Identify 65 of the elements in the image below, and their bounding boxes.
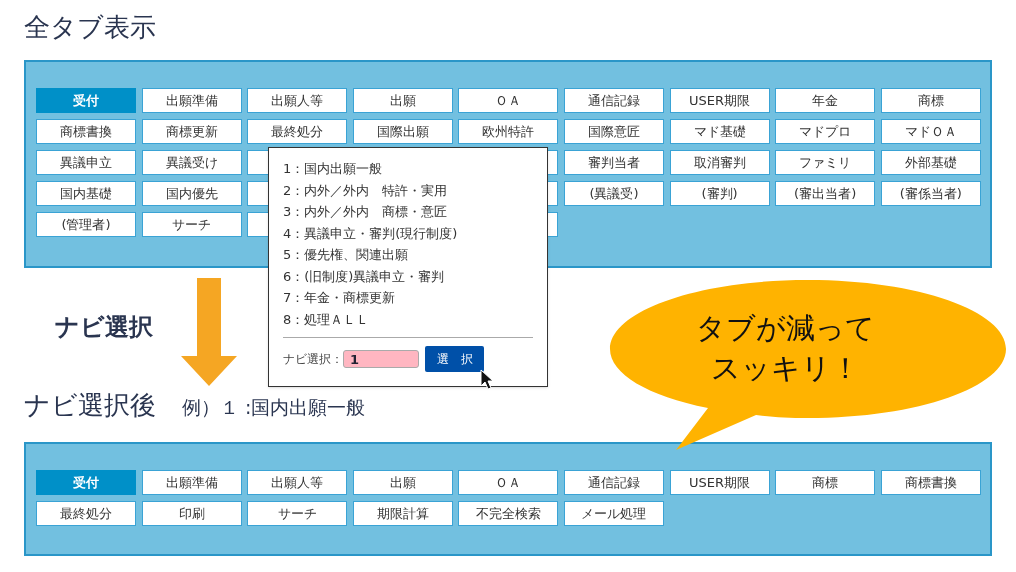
nav-option[interactable]: 6：(旧制度)異議申立・審判 [283,267,533,286]
tab[interactable]: 商標書換 [880,470,981,495]
tab[interactable]: 異議受け [141,150,242,175]
tab[interactable]: ＯＡ [458,470,559,495]
tab[interactable]: 出願 [352,88,453,113]
tab[interactable]: メール処理 [563,501,664,526]
example-caption: 例）１ :国内出願一般 [182,395,366,420]
tab[interactable]: (審係当者) [880,181,981,206]
nav-input-field[interactable]: 1 [343,349,419,368]
tab[interactable]: 国際出願 [352,119,453,144]
tab[interactable]: 受付 [36,88,136,113]
tab[interactable]: (審判) [669,181,770,206]
tab[interactable]: (管理者) [36,212,136,237]
field-label: ナビ選択： [283,350,343,368]
tab[interactable]: 審判当者 [563,150,664,175]
tab[interactable]: 年金 [775,88,876,113]
tab[interactable]: 取消審判 [669,150,770,175]
tab[interactable]: 出願準備 [141,470,242,495]
tab[interactable]: サーチ [247,501,348,526]
callout-text: スッキリ！ [710,350,860,387]
tab[interactable]: 出願人等 [247,470,348,495]
tab[interactable]: 出願 [352,470,453,495]
tab[interactable]: USER期限 [669,88,770,113]
tab[interactable]: ＯＡ [458,88,559,113]
down-arrow-icon [181,278,237,386]
tab[interactable]: サーチ [141,212,242,237]
nav-option[interactable]: 7：年金・商標更新 [283,289,533,307]
tab[interactable]: 受付 [36,470,136,495]
callout-text: タブが減って [695,310,875,347]
tab[interactable]: 商標 [775,470,876,495]
tab[interactable]: 国内基礎 [36,181,136,206]
tab[interactable]: 商標 [880,88,981,113]
nav-option[interactable]: 5：優先権、関連出願 [283,246,533,264]
tab[interactable]: (審出当者) [775,181,876,206]
tab[interactable]: 商標更新 [141,119,242,144]
nav-option[interactable]: 4：異議申立・審判(現行制度) [283,224,533,243]
nav-option[interactable]: 1：国内出願一般 [283,160,533,178]
tab[interactable]: 国際意匠 [563,119,664,144]
tab[interactable]: 最終処分 [247,119,348,144]
tab[interactable]: マドＯＡ [880,119,981,144]
tab[interactable]: 出願人等 [247,88,348,113]
tab[interactable]: 印刷 [141,501,242,526]
tab[interactable]: マドプロ [775,119,876,144]
tab[interactable]: (異議受) [563,181,664,206]
nav-option[interactable]: 8：処理ＡＬＬ [283,310,533,329]
nav-option[interactable]: 3：内外／外内 商標・意匠 [283,203,533,221]
tab[interactable]: 最終処分 [36,501,136,526]
select-button[interactable]: 選 択 [425,345,484,372]
tab[interactable]: 異議申立 [36,150,136,175]
tab[interactable]: USER期限 [669,470,770,495]
tab[interactable]: 期限計算 [352,501,453,526]
tab[interactable]: 通信記録 [563,470,664,495]
tab[interactable]: 国内優先 [141,181,242,206]
section-title: ナビ選択後 [24,389,156,422]
tab[interactable]: ファミリ [775,150,876,175]
nav-option[interactable]: 2：内外／外内 特許・実用 [283,181,533,200]
tab[interactable]: マド基礎 [669,119,770,144]
tab[interactable]: 不完全検索 [458,501,559,526]
step-label: ナビ選択 [55,312,153,343]
tab[interactable]: 商標書換 [36,119,136,144]
tab[interactable]: 欧州特許 [458,119,559,144]
tab[interactable]: 出願準備 [141,88,242,113]
tab[interactable]: 外部基礎 [880,150,981,175]
section-title: 全タブ表示 [24,12,156,42]
tab[interactable]: 通信記録 [563,88,664,113]
